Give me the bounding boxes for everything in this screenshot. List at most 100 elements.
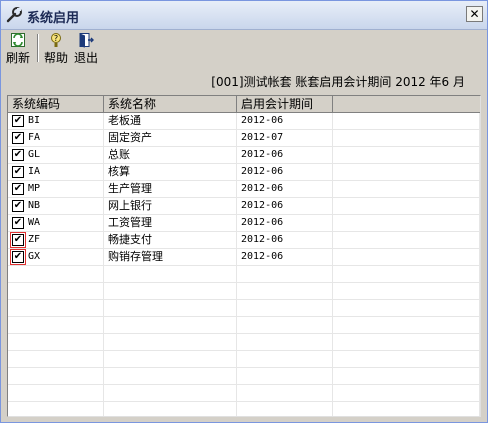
table-row[interactable]: ✔ BI 老板通 2012-06 [8, 113, 480, 130]
exit-button[interactable]: 退出 [73, 32, 99, 65]
cell-name: 固定资产 [104, 130, 237, 147]
empty-row [8, 334, 480, 351]
enable-checkbox[interactable]: ✔ [10, 232, 26, 248]
enable-checkbox[interactable]: ✔ [12, 149, 24, 161]
cell-period [237, 283, 333, 300]
system-code: BI [28, 115, 41, 126]
empty-row [8, 283, 480, 300]
empty-row [8, 385, 480, 402]
cell-name [104, 402, 237, 416]
cell-period: 2012-06 [237, 181, 333, 198]
window-title: 系统启用 [27, 11, 80, 26]
grid-header: 系统编码 系统名称 启用会计期间 [8, 96, 480, 113]
system-code: IA [28, 166, 41, 177]
account-period-info: [001]测试帐套 账套启用会计期间 2012 年6 月 [211, 75, 465, 89]
cell-code: ✔ BI [8, 113, 104, 130]
header-blank [333, 96, 480, 113]
header-name[interactable]: 系统名称 [104, 96, 237, 113]
enable-checkbox[interactable]: ✔ [12, 166, 24, 178]
empty-row [8, 300, 480, 317]
empty-row [8, 402, 480, 416]
cell-code [8, 334, 104, 351]
cell-period: 2012-07 [237, 130, 333, 147]
cell-blank [333, 130, 480, 147]
header-period[interactable]: 启用会计期间 [237, 96, 333, 113]
cell-period [237, 334, 333, 351]
enable-checkbox[interactable]: ✔ [12, 183, 24, 195]
cell-code: ✔ GX [8, 249, 104, 266]
cell-blank [333, 232, 480, 249]
cell-name: 网上银行 [104, 198, 237, 215]
cell-blank [333, 402, 480, 416]
cell-code [8, 300, 104, 317]
cell-code: ✔ ZF [8, 232, 104, 249]
empty-row [8, 266, 480, 283]
cell-code [8, 317, 104, 334]
cell-blank [333, 181, 480, 198]
cell-name: 核算 [104, 164, 237, 181]
cell-name [104, 283, 237, 300]
cell-name: 工资管理 [104, 215, 237, 232]
table-row[interactable]: ✔ GL 总账 2012-06 [8, 147, 480, 164]
enable-checkbox[interactable]: ✔ [12, 217, 24, 229]
cell-blank [333, 385, 480, 402]
cell-code [8, 368, 104, 385]
cell-name [104, 317, 237, 334]
header-code[interactable]: 系统编码 [8, 96, 104, 113]
cell-code: ✔ NB [8, 198, 104, 215]
system-code: ZF [28, 234, 41, 245]
help-icon: ? [51, 33, 61, 47]
cell-period [237, 266, 333, 283]
cell-period: 2012-06 [237, 232, 333, 249]
table-row[interactable]: ✔ MP 生产管理 2012-06 [8, 181, 480, 198]
cell-code: ✔ WA [8, 215, 104, 232]
system-code: GX [28, 251, 41, 262]
cell-period [237, 402, 333, 416]
help-button[interactable]: ? 帮助 [43, 32, 69, 65]
refresh-icon [11, 33, 25, 47]
system-code: GL [28, 149, 41, 160]
enable-checkbox[interactable]: ✔ [12, 200, 24, 212]
cell-blank [333, 300, 480, 317]
enable-checkbox[interactable]: ✔ [12, 115, 24, 127]
cell-blank [333, 266, 480, 283]
cell-period: 2012-06 [237, 215, 333, 232]
system-code: MP [28, 183, 41, 194]
refresh-button[interactable]: 刷新 [5, 32, 31, 65]
cell-code [8, 266, 104, 283]
cell-period: 2012-06 [237, 249, 333, 266]
cell-code: ✔ FA [8, 130, 104, 147]
cell-blank [333, 164, 480, 181]
cell-name: 总账 [104, 147, 237, 164]
cell-blank [333, 113, 480, 130]
system-code: NB [28, 200, 41, 211]
enable-checkbox[interactable]: ✔ [10, 249, 26, 265]
table-row[interactable]: ✔ WA 工资管理 2012-06 [8, 215, 480, 232]
cell-code: ✔ GL [8, 147, 104, 164]
cell-name [104, 266, 237, 283]
enable-checkbox[interactable]: ✔ [12, 132, 24, 144]
cell-name: 老板通 [104, 113, 237, 130]
table-row[interactable]: ✔ IA 核算 2012-06 [8, 164, 480, 181]
table-row[interactable]: ✔ ZF 畅捷支付 2012-06 [8, 232, 480, 249]
table-row[interactable]: ✔ FA 固定资产 2012-07 [8, 130, 480, 147]
title-bar[interactable]: 系统启用 ✕ [1, 1, 487, 30]
cell-blank [333, 317, 480, 334]
cell-code [8, 283, 104, 300]
refresh-label: 刷新 [5, 51, 30, 65]
system-enable-window: 系统启用 ✕ 刷新 ? 帮助 退出 [001]测试帐套 账套启用会计期间 201… [0, 0, 488, 423]
cell-name: 生产管理 [104, 181, 237, 198]
exit-door-icon [79, 33, 94, 48]
cell-period: 2012-06 [237, 164, 333, 181]
table-row[interactable]: ✔ NB 网上银行 2012-06 [8, 198, 480, 215]
cell-blank [333, 147, 480, 164]
cell-period: 2012-06 [237, 147, 333, 164]
cell-code [8, 351, 104, 368]
cell-period [237, 300, 333, 317]
empty-row [8, 317, 480, 334]
cell-period [237, 385, 333, 402]
help-label: 帮助 [43, 51, 68, 65]
close-button[interactable]: ✕ [466, 6, 483, 22]
cell-name [104, 300, 237, 317]
table-row[interactable]: ✔ GX 购销存管理 2012-06 [8, 249, 480, 266]
